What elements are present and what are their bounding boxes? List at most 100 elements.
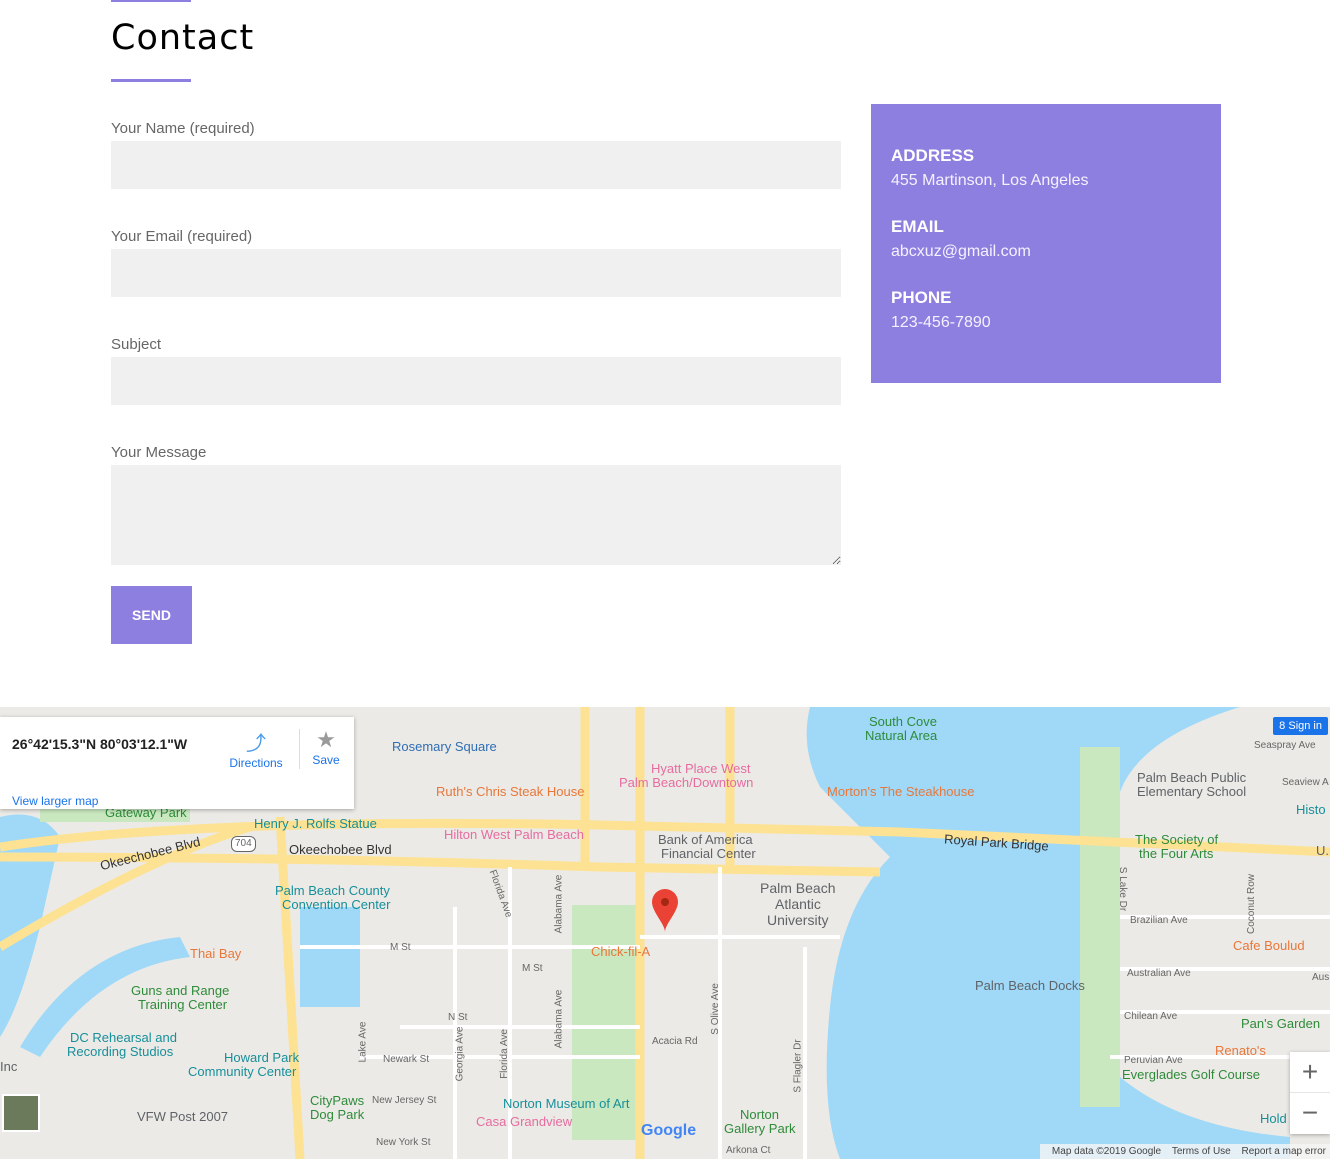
map-label[interactable]: Rosemary Square [392, 740, 497, 754]
map-label[interactable]: Palm Beach [760, 881, 835, 895]
sign-in-label: Sign in [1288, 720, 1322, 732]
contact-info-box: ADDRESS 455 Martinson, Los Angeles EMAIL… [871, 104, 1221, 383]
map-label[interactable]: Training Center [138, 998, 227, 1012]
save-label: Save [312, 753, 340, 767]
name-input[interactable] [111, 141, 841, 189]
map-label: Australian Ave [1127, 968, 1191, 979]
map-label: Georgia Ave [454, 1026, 466, 1082]
map-label[interactable]: Thai Bay [190, 947, 241, 961]
message-label: Your Message [111, 444, 207, 461]
map-label[interactable]: Atlantic [775, 897, 821, 911]
map-label[interactable]: Casa Grandview [476, 1115, 572, 1129]
view-larger-map-link[interactable]: View larger map [12, 794, 98, 808]
map-label[interactable]: The Society of [1135, 833, 1218, 847]
map-label[interactable]: U. [1316, 844, 1329, 858]
sign-in-button[interactable]: 8 Sign in [1273, 717, 1328, 735]
map-label[interactable]: Financial Center [661, 847, 756, 861]
map-label: New York St [376, 1137, 431, 1148]
map-label[interactable]: Hilton West Palm Beach [444, 828, 584, 842]
map-label[interactable]: Renato's [1215, 1044, 1266, 1058]
map-label[interactable]: Elementary School [1137, 785, 1246, 799]
map-label[interactable]: Pan's Garden [1241, 1017, 1320, 1031]
map-label: Arkona Ct [726, 1145, 771, 1156]
email-heading: EMAIL [891, 217, 944, 236]
save-button[interactable]: ★ Save [304, 727, 348, 767]
map-label: Acacia Rd [652, 1036, 698, 1047]
map-label[interactable]: Morton's The Steakhouse [827, 785, 975, 799]
map-label[interactable]: Palm Beach Public [1137, 771, 1246, 785]
satellite-toggle[interactable] [2, 1094, 40, 1132]
map-label[interactable]: Guns and Range [131, 984, 229, 998]
embedded-map[interactable]: Rosemary Square Ruth's Chris Steak House… [0, 707, 1330, 1159]
divider [299, 729, 300, 769]
map-label[interactable]: Palm Beach Docks [975, 979, 1085, 993]
map-label: Florida Ave [498, 1029, 510, 1079]
map-label[interactable]: Recording Studios [67, 1045, 173, 1059]
map-label[interactable]: Inc [0, 1060, 17, 1074]
map-label[interactable]: South Cove [869, 715, 937, 729]
map-label[interactable]: CityPaws [310, 1094, 364, 1108]
map-label: Chilean Ave [1124, 1011, 1178, 1022]
google-icon: 8 [1279, 720, 1289, 732]
map-label[interactable]: Cafe Boulud [1233, 939, 1305, 953]
map-label[interactable]: Hold [1260, 1112, 1287, 1126]
map-label[interactable]: Bank of America [658, 833, 753, 847]
map-label: Okeechobee Blvd [289, 842, 392, 857]
map-label[interactable]: Dog Park [310, 1108, 364, 1122]
subject-input[interactable] [111, 357, 841, 405]
map-label[interactable]: Palm Beach County [275, 884, 390, 898]
map-data-text: Map data ©2019 Google [1051, 1146, 1162, 1157]
map-label[interactable]: Palm Beach/Downtown [619, 776, 753, 790]
map-label: Aus [1312, 972, 1330, 983]
map-label[interactable]: Natural Area [865, 729, 937, 743]
map-label[interactable]: DC Rehearsal and [70, 1031, 177, 1045]
phone-heading: PHONE [891, 288, 952, 307]
title-underline [111, 79, 191, 82]
place-card: 26°42'15.3"N 80°03'12.1"W ⤴ Directions ★… [0, 717, 354, 809]
email-label: Your Email (required) [111, 228, 253, 245]
map-label[interactable]: Histo [1296, 803, 1326, 817]
map-label[interactable]: VFW Post 2007 [137, 1110, 228, 1124]
map-label[interactable]: Ruth's Chris Steak House [436, 785, 584, 799]
map-label[interactable]: the Four Arts [1139, 847, 1213, 861]
map-label[interactable]: Everglades Golf Course [1122, 1068, 1260, 1082]
map-label[interactable]: Gallery Park [724, 1122, 796, 1136]
map-label[interactable]: Convention Center [282, 898, 390, 912]
send-button[interactable]: SEND [111, 586, 192, 644]
directions-button[interactable]: ⤴ Directions [224, 727, 288, 770]
map-label: Seaspray Ave [1254, 740, 1316, 751]
directions-label: Directions [229, 756, 283, 770]
location-pin [652, 889, 678, 932]
map-label[interactable]: Norton [740, 1108, 779, 1122]
map-label: Alabama Ave [553, 874, 565, 934]
map-label: S Olive Ave [709, 983, 721, 1035]
map-label: Newark St [383, 1054, 430, 1065]
zoom-out-button[interactable]: − [1290, 1093, 1330, 1134]
map-label[interactable]: Chick-fil-A [591, 945, 650, 959]
map-label[interactable]: Norton Museum of Art [503, 1097, 629, 1111]
address-heading: ADDRESS [891, 146, 975, 165]
map-attribution: Map data ©2019 Google Terms of Use Repor… [1039, 1144, 1330, 1159]
page-title: Contact [111, 18, 255, 58]
map-label: Peruvian Ave [1124, 1055, 1183, 1066]
message-textarea[interactable] [111, 465, 841, 565]
map-label: Alabama Ave [553, 989, 565, 1049]
map-label[interactable]: Henry J. Rolfs Statue [254, 817, 377, 831]
route-shield: 704 [231, 836, 256, 852]
map-label: Lake Ave [357, 1021, 369, 1063]
map-label: M St [522, 963, 543, 974]
map-label[interactable]: University [767, 913, 828, 927]
map-label[interactable]: Hyatt Place West [651, 762, 750, 776]
top-accent-bar [111, 0, 191, 2]
zoom-in-button[interactable]: + [1290, 1052, 1330, 1093]
address-value: 455 Martinson, Los Angeles [891, 172, 1089, 189]
map-label: M St [390, 942, 411, 953]
google-logo: Google [641, 1122, 697, 1139]
map-label: Brazilian Ave [1130, 915, 1188, 926]
map-label[interactable]: Community Center [188, 1065, 296, 1079]
email-input[interactable] [111, 249, 841, 297]
map-label[interactable]: Howard Park [224, 1051, 299, 1065]
terms-link[interactable]: Terms of Use [1172, 1146, 1231, 1157]
report-error-link[interactable]: Report a map error [1242, 1146, 1326, 1157]
map-label: New Jersey St [372, 1095, 437, 1106]
